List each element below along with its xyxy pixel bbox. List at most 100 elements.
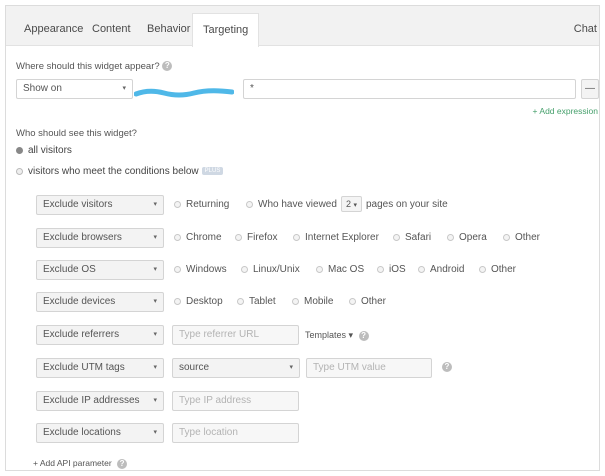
checkbox-icon: [293, 233, 300, 241]
tab-behavior[interactable]: Behavior: [137, 13, 200, 46]
exclude-utm-select[interactable]: Exclude UTM tags ▾: [36, 358, 164, 378]
exclude-locations-value: Exclude locations: [43, 427, 121, 438]
returning-option[interactable]: Returning: [174, 195, 229, 215]
remove-icon: —: [585, 83, 595, 94]
tab-chat[interactable]: Chat: [574, 13, 597, 46]
checkbox-icon: [235, 233, 242, 241]
checkbox-icon: [237, 297, 244, 305]
ip-address-input[interactable]: Type IP address: [172, 391, 299, 411]
chevron-down-icon: ▾: [153, 364, 157, 371]
exclude-browsers-select[interactable]: Exclude browsers ▾: [36, 228, 164, 248]
exclude-devices-select[interactable]: Exclude devices ▾: [36, 292, 164, 312]
os-android-label: Android: [430, 264, 465, 275]
tab-content[interactable]: Content: [82, 13, 141, 46]
os-macos-label: Mac OS: [328, 264, 365, 275]
help-icon[interactable]: ?: [358, 330, 369, 341]
checkbox-icon: [349, 297, 356, 305]
ip-address-placeholder: Type IP address: [179, 395, 252, 406]
exclude-ip-value: Exclude IP addresses: [43, 395, 140, 406]
add-api-parameter-label: + Add API parameter: [33, 458, 112, 468]
browser-safari[interactable]: Safari: [393, 228, 431, 248]
os-android[interactable]: Android: [418, 260, 464, 280]
exclude-referrers-select[interactable]: Exclude referrers ▾: [36, 325, 164, 345]
referrer-url-placeholder: Type referrer URL: [179, 329, 260, 340]
exclude-os-select[interactable]: Exclude OS ▾: [36, 260, 164, 280]
browser-other-label: Other: [515, 232, 541, 243]
location-input[interactable]: Type location: [172, 423, 299, 443]
browser-opera[interactable]: Opera: [447, 228, 487, 248]
chevron-down-icon: ▾: [289, 364, 293, 371]
browser-chrome[interactable]: Chrome: [174, 228, 222, 248]
help-icon[interactable]: ?: [162, 61, 173, 72]
who-label: Who should see this widget?: [16, 128, 137, 139]
exclude-utm-value: Exclude UTM tags: [43, 362, 125, 373]
all-visitors-label: all visitors: [28, 145, 72, 156]
viewed-pages-option[interactable]: Who have viewed 2 ▾ pages on your site: [246, 195, 448, 215]
conditional-visitors-option[interactable]: visitors who meet the conditions below PL…: [16, 166, 224, 177]
browser-opera-label: Opera: [459, 232, 487, 243]
widget-settings-panel: Appearance Content Behavior Targeting Ch…: [5, 5, 600, 471]
checkbox-icon: [503, 233, 510, 241]
browser-other[interactable]: Other: [503, 228, 540, 248]
where-label-text: Where should this widget appear?: [16, 61, 160, 72]
chevron-down-icon: ▾: [153, 397, 157, 404]
checkbox-icon: [246, 200, 253, 208]
checkbox-icon: [174, 233, 181, 241]
utm-help[interactable]: ?: [442, 362, 452, 373]
device-tablet[interactable]: Tablet: [237, 292, 276, 312]
os-ios[interactable]: iOS: [377, 260, 406, 280]
device-tablet-label: Tablet: [249, 296, 276, 307]
referrer-url-input[interactable]: Type referrer URL: [172, 325, 299, 345]
checkbox-icon: [447, 233, 454, 241]
help-icon[interactable]: ?: [117, 458, 128, 469]
conditional-visitors-label: visitors who meet the conditions below: [28, 166, 199, 177]
exclude-locations-select[interactable]: Exclude locations ▾: [36, 423, 164, 443]
show-on-select[interactable]: Show on ▾: [16, 79, 133, 99]
url-expression-value: *: [250, 83, 254, 94]
viewed-suffix: pages on your site: [365, 199, 448, 210]
exclude-devices-value: Exclude devices: [43, 296, 116, 307]
checkbox-icon: [174, 297, 181, 305]
tab-targeting[interactable]: Targeting: [192, 13, 260, 47]
url-expression-input[interactable]: *: [243, 79, 576, 99]
exclude-ip-select[interactable]: Exclude IP addresses ▾: [36, 391, 164, 411]
exclude-browsers-value: Exclude browsers: [43, 232, 122, 243]
device-mobile[interactable]: Mobile: [292, 292, 333, 312]
browser-firefox[interactable]: Firefox: [235, 228, 278, 248]
os-other-label: Other: [491, 264, 517, 275]
browser-safari-label: Safari: [405, 232, 432, 243]
add-api-parameter-link[interactable]: + Add API parameter ?: [33, 458, 128, 469]
os-windows[interactable]: Windows: [174, 260, 227, 280]
checkbox-icon: [174, 265, 181, 273]
os-macos[interactable]: Mac OS: [316, 260, 364, 280]
checkbox-icon: [292, 297, 299, 305]
all-visitors-option[interactable]: all visitors: [16, 145, 72, 156]
os-linux[interactable]: Linux/Unix: [241, 260, 300, 280]
tab-bar: Appearance Content Behavior Targeting Ch…: [6, 6, 599, 47]
chevron-down-icon: ▾: [153, 331, 157, 338]
redaction-scribble: [134, 88, 234, 98]
device-desktop[interactable]: Desktop: [174, 292, 223, 312]
templates-dropdown[interactable]: Templates ▾ ?: [305, 325, 369, 345]
os-ios-label: iOS: [389, 264, 406, 275]
viewed-count-value: 2: [345, 199, 351, 210]
os-other[interactable]: Other: [479, 260, 516, 280]
browser-ie[interactable]: Internet Explorer: [293, 228, 379, 248]
chevron-down-icon: ▾: [153, 201, 157, 208]
help-icon[interactable]: ?: [442, 362, 452, 373]
utm-source-select[interactable]: source ▾: [172, 358, 300, 378]
utm-value-input[interactable]: Type UTM value: [306, 358, 432, 378]
checkbox-icon: [377, 265, 384, 273]
browser-chrome-label: Chrome: [186, 232, 222, 243]
browser-ie-label: Internet Explorer: [305, 232, 379, 243]
browser-firefox-label: Firefox: [247, 232, 278, 243]
chevron-down-icon: ▾: [122, 85, 126, 92]
remove-expression-button[interactable]: —: [581, 79, 599, 99]
location-placeholder: Type location: [179, 427, 238, 438]
exclude-visitors-select[interactable]: Exclude visitors ▾: [36, 195, 164, 215]
checkbox-icon: [316, 265, 323, 273]
viewed-count-select[interactable]: 2 ▾: [340, 196, 362, 213]
device-other[interactable]: Other: [349, 292, 386, 312]
add-expression-link[interactable]: + Add expression: [533, 106, 598, 116]
exclude-os-value: Exclude OS: [43, 264, 96, 275]
